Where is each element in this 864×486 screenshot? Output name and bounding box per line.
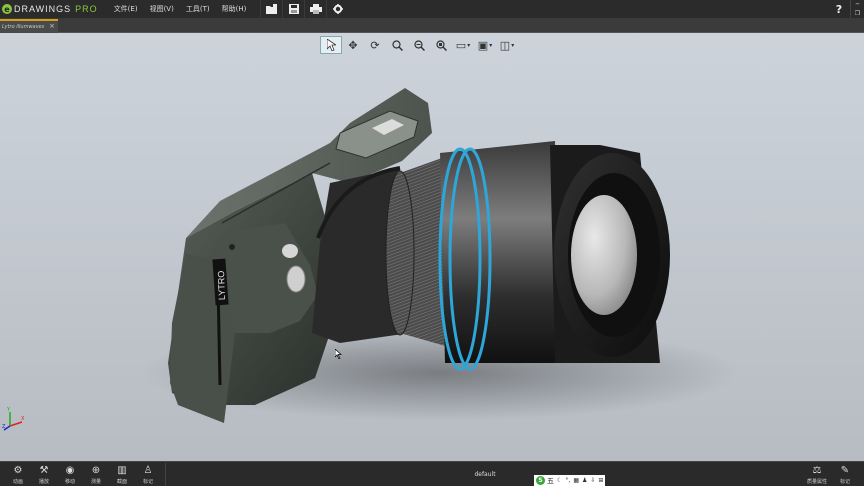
- section-icon: ▥: [117, 465, 127, 476]
- bottom-right-tools: ⚖ 质量属性 ✎ 标记: [802, 463, 858, 486]
- ime-mode-text: 五: [547, 476, 554, 485]
- section-label: 截面: [116, 479, 127, 485]
- ime-download-icon: ⇩: [590, 477, 596, 484]
- menu-file[interactable]: 文件(E): [108, 0, 144, 18]
- logo-pro-text: PRO: [75, 4, 98, 14]
- view-heads-up-toolbar: ✥ ⟳ ▭ ▾ ▣ ▾ ◫ ▾: [320, 36, 518, 54]
- stamp-icon: ♙: [143, 465, 153, 476]
- move-button[interactable]: ◉ 移动: [57, 463, 83, 486]
- ime-punct-icon: °,: [565, 477, 571, 484]
- select-arrow-icon[interactable]: [320, 36, 342, 54]
- markup-button[interactable]: ✎ 标记: [832, 463, 858, 486]
- markup-label: 标记: [839, 479, 850, 485]
- stamp-button[interactable]: ♙ 标记: [135, 463, 161, 486]
- play-icon: ⚒: [39, 465, 49, 476]
- bottom-left-tools: ⚙ 动画 ⚒ 播放 ◉ 移动 ⊕ 测量 ▥ 截面 ♙ 标记: [5, 463, 166, 486]
- save-icon[interactable]: [282, 0, 304, 18]
- camera-brand-text: LYTRO: [216, 271, 227, 301]
- view-orientation-icon[interactable]: ▣ ▾: [474, 36, 496, 54]
- ime-keyboard-icon: ▦: [573, 477, 579, 484]
- logo-text: DRAWINGS: [14, 4, 72, 14]
- mass-properties-icon: ⚖: [812, 465, 822, 476]
- triad-z-label: Z: [2, 424, 6, 430]
- menu-help[interactable]: 帮助(H): [216, 0, 253, 18]
- help-button[interactable]: ?: [828, 3, 850, 16]
- menu-tools[interactable]: 工具(T): [180, 0, 216, 18]
- measure-label: 测量: [90, 479, 101, 485]
- app-logo: e DRAWINGS PRO: [0, 0, 98, 18]
- mass-properties-label: 质量属性: [806, 479, 827, 485]
- document-tab[interactable]: Lytro illumwaves ×: [0, 19, 58, 33]
- display-style-icon[interactable]: ▭ ▾: [452, 36, 474, 54]
- menu-bar: 文件(E) 视图(V) 工具(T) 帮助(H): [108, 0, 253, 18]
- move-icon: ◉: [65, 465, 75, 476]
- zoom-to-fit-icon[interactable]: [386, 36, 408, 54]
- bottom-separator: [165, 463, 166, 486]
- open-folder-icon[interactable]: [260, 0, 282, 18]
- camera-model[interactable]: LYTRO: [0, 33, 864, 461]
- close-icon[interactable]: ×: [49, 22, 55, 30]
- measure-button[interactable]: ⊕ 测量: [83, 463, 109, 486]
- ime-logo-icon: S: [536, 476, 545, 485]
- graphics-viewport[interactable]: LYTRO ✥ ⟳ ▭ ▾ ▣ ▾ ◫ ▾ X Y Z: [0, 33, 864, 461]
- stamp-label: 标记: [142, 479, 153, 485]
- coordinate-triad: X Y Z: [2, 407, 25, 431]
- rotate-icon[interactable]: ⟳: [364, 36, 386, 54]
- triad-x-label: X: [21, 416, 25, 422]
- bottom-toolbar: ⚙ 动画 ⚒ 播放 ◉ 移动 ⊕ 测量 ▥ 截面 ♙ 标记 default ⚖ …: [0, 461, 864, 486]
- window-controls: ─ ❐: [850, 0, 864, 18]
- markup-pen-icon: ✎: [840, 465, 850, 476]
- menu-view[interactable]: 视图(V): [144, 0, 180, 18]
- zoom-icon[interactable]: [408, 36, 430, 54]
- play-button[interactable]: ⚒ 播放: [31, 463, 57, 486]
- zoom-to-area-icon[interactable]: [430, 36, 452, 54]
- configuration-name[interactable]: default: [470, 471, 500, 478]
- play-label: 播放: [38, 479, 49, 485]
- move-label: 移动: [64, 479, 75, 485]
- ime-user-icon: ♟: [581, 477, 588, 484]
- ime-moon-icon: ☾: [557, 477, 563, 484]
- section-button[interactable]: ▥ 截面: [109, 463, 135, 486]
- ime-toolbar[interactable]: S 五 ☾ °, ▦ ♟ ⇩ ⊞: [534, 475, 606, 486]
- document-tab-strip: Lytro illumwaves ×: [0, 18, 864, 33]
- measure-icon: ⊕: [91, 465, 101, 476]
- restore-icon[interactable]: ❐: [851, 9, 864, 18]
- document-tab-label: Lytro illumwaves: [2, 24, 45, 30]
- print-icon[interactable]: [304, 0, 326, 18]
- ime-grid-icon: ⊞: [598, 477, 604, 484]
- settings-gear-icon[interactable]: [326, 0, 348, 18]
- standard-view-icon[interactable]: ◫ ▾: [496, 36, 518, 54]
- title-bar: e DRAWINGS PRO 文件(E) 视图(V) 工具(T) 帮助(H) ?…: [0, 0, 864, 18]
- minimize-icon[interactable]: ─: [851, 0, 864, 9]
- main-toolbar: [260, 0, 348, 18]
- animate-label: 动画: [12, 479, 23, 485]
- pan-icon[interactable]: ✥: [342, 36, 364, 54]
- title-right: ? ─ ❐: [828, 0, 864, 18]
- logo-e-icon: e: [2, 4, 12, 14]
- mouse-cursor-icon: [335, 349, 342, 359]
- animate-button[interactable]: ⚙ 动画: [5, 463, 31, 486]
- mass-properties-button[interactable]: ⚖ 质量属性: [802, 463, 832, 486]
- animate-icon: ⚙: [13, 465, 23, 476]
